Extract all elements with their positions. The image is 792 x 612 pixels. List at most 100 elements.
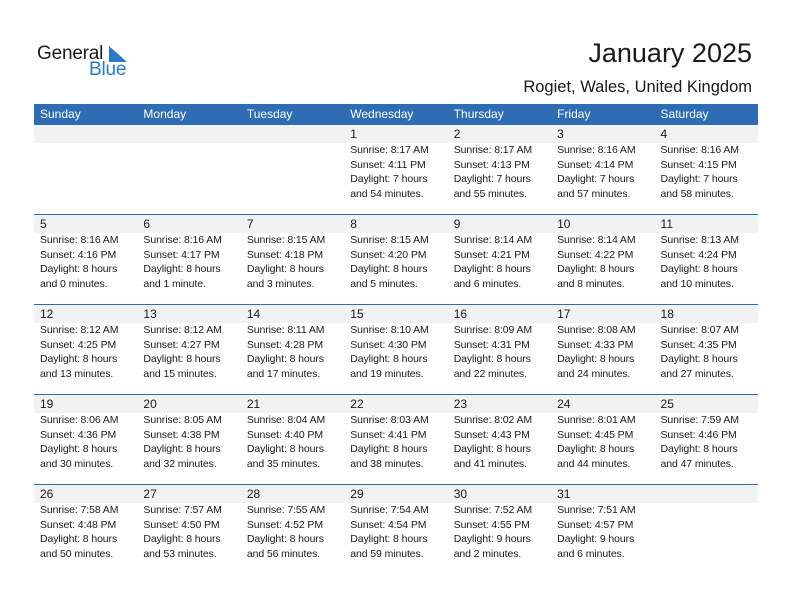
day-cell: 20 Sunrise: 8:05 AM Sunset: 4:38 PM Dayligh… xyxy=(137,395,240,484)
daylight-minutes-text: and 0 minutes. xyxy=(40,277,108,290)
sunrise-text: Sunrise: 8:07 AM xyxy=(660,324,739,336)
sunset-text: Sunset: 4:20 PM xyxy=(350,248,427,261)
week-row: 12 Sunrise: 8:12 AM Sunset: 4:25 PM Dayligh… xyxy=(34,304,758,394)
daylight-minutes-text: and 1 minute. xyxy=(143,277,206,290)
sunrise-text: Sunrise: 8:15 AM xyxy=(246,234,326,246)
daylight-minutes-text: and 38 minutes. xyxy=(350,457,424,470)
daylight-text: Daylight: 8 hours xyxy=(246,353,324,365)
sunset-text: Sunset: 4:36 PM xyxy=(40,428,117,441)
weekday-sunday: Sunday xyxy=(40,107,81,121)
sunrise-text: Sunrise: 8:10 AM xyxy=(350,324,429,336)
week-row: 26 Sunrise: 7:58 AM Sunset: 4:48 PM Dayligh… xyxy=(34,484,758,574)
sunrise-text: Sunrise: 7:52 AM xyxy=(453,504,533,516)
weekday-wednesday: Wednesday xyxy=(350,107,414,121)
day-number: 17 xyxy=(557,307,571,321)
empty-day-cell xyxy=(655,485,758,574)
sunrise-text: Sunrise: 8:16 AM xyxy=(557,144,636,156)
day-cell: 4 Sunrise: 8:16 AM Sunset: 4:15 PM Daylight… xyxy=(655,125,758,214)
day-cell: 18 Sunrise: 8:07 AM Sunset: 4:35 PM Dayligh… xyxy=(655,305,758,394)
day-number: 20 xyxy=(143,397,157,411)
weekday-saturday: Saturday xyxy=(660,107,709,121)
sunrise-text: Sunrise: 7:51 AM xyxy=(557,504,636,516)
day-cell: 7 Sunrise: 8:15 AM Sunset: 4:18 PM Daylight… xyxy=(241,215,344,304)
daylight-text: Daylight: 8 hours xyxy=(246,263,324,275)
daylight-minutes-text: and 35 minutes. xyxy=(246,457,321,470)
day-cell: 6 Sunrise: 8:16 AM Sunset: 4:17 PM Daylight… xyxy=(137,215,240,304)
sunset-text: Sunset: 4:24 PM xyxy=(660,248,737,261)
day-cell: 1 Sunrise: 8:17 AM Sunset: 4:11 PM Daylight… xyxy=(344,125,447,214)
daylight-minutes-text: and 17 minutes. xyxy=(246,367,321,380)
daylight-text: Daylight: 9 hours xyxy=(453,533,531,545)
day-number: 2 xyxy=(453,127,461,141)
sunrise-text: Sunrise: 8:15 AM xyxy=(350,234,429,246)
day-cell: 21 Sunrise: 8:04 AM Sunset: 4:40 PM Dayligh… xyxy=(241,395,344,484)
day-cell: 30 Sunrise: 7:52 AM Sunset: 4:55 PM Dayligh… xyxy=(448,485,551,574)
weekday-tuesday: Tuesday xyxy=(246,107,293,121)
sunset-text: Sunset: 4:30 PM xyxy=(350,338,427,351)
sunrise-text: Sunrise: 8:11 AM xyxy=(246,324,325,336)
week-cells: 1 Sunrise: 8:17 AM Sunset: 4:11 PM Daylight… xyxy=(34,125,758,214)
daylight-minutes-text: and 55 minutes. xyxy=(453,187,527,200)
daylight-minutes-text: and 8 minutes. xyxy=(557,277,625,290)
day-cell: 3 Sunrise: 8:16 AM Sunset: 4:14 PM Daylight… xyxy=(551,125,654,214)
day-number: 30 xyxy=(453,487,468,501)
day-cell: 24 Sunrise: 8:01 AM Sunset: 4:45 PM Dayligh… xyxy=(551,395,654,484)
sunrise-text: Sunrise: 8:12 AM xyxy=(143,324,222,336)
sunset-text: Sunset: 4:38 PM xyxy=(143,428,220,441)
sunrise-text: Sunrise: 8:13 AM xyxy=(660,234,739,246)
daylight-minutes-text: and 3 minutes. xyxy=(246,277,315,290)
sunset-text: Sunset: 4:14 PM xyxy=(557,158,634,171)
day-number: 6 xyxy=(143,217,151,231)
sunrise-text: Sunrise: 7:55 AM xyxy=(246,504,326,516)
day-cell: 13 Sunrise: 8:12 AM Sunset: 4:27 PM Dayligh… xyxy=(137,305,240,394)
day-number: 22 xyxy=(350,397,364,411)
daylight-minutes-text: and 53 minutes. xyxy=(143,547,217,560)
daylight-minutes-text: and 22 minutes. xyxy=(453,367,527,380)
day-number: 5 xyxy=(40,217,47,231)
week-cells: 12 Sunrise: 8:12 AM Sunset: 4:25 PM Dayligh… xyxy=(34,305,758,394)
sunset-text: Sunset: 4:33 PM xyxy=(557,338,634,351)
sunrise-text: Sunrise: 8:16 AM xyxy=(660,144,739,156)
sunset-text: Sunset: 4:57 PM xyxy=(557,518,634,531)
day-number: 7 xyxy=(246,217,254,231)
daylight-minutes-text: and 57 minutes. xyxy=(557,187,631,200)
sunset-text: Sunset: 4:50 PM xyxy=(143,518,220,531)
day-cell: 5 Sunrise: 8:16 AM Sunset: 4:16 PM Daylight… xyxy=(34,215,137,304)
sunset-text: Sunset: 4:25 PM xyxy=(40,338,117,351)
daylight-text: Daylight: 8 hours xyxy=(246,533,324,545)
sunset-text: Sunset: 4:11 PM xyxy=(350,158,426,171)
day-cell: 12 Sunrise: 8:12 AM Sunset: 4:25 PM Dayligh… xyxy=(34,305,137,394)
daylight-text: Daylight: 8 hours xyxy=(40,533,118,545)
day-number: 23 xyxy=(453,397,468,411)
day-cell: 28 Sunrise: 7:55 AM Sunset: 4:52 PM Dayligh… xyxy=(241,485,344,574)
weekday-thursday: Thursday xyxy=(453,107,504,121)
daylight-text: Daylight: 8 hours xyxy=(453,353,531,365)
sunset-text: Sunset: 4:27 PM xyxy=(143,338,220,351)
daylight-minutes-text: and 44 minutes. xyxy=(557,457,631,470)
sunset-text: Sunset: 4:54 PM xyxy=(350,518,427,531)
sunset-text: Sunset: 4:16 PM xyxy=(40,248,117,261)
day-cell: 26 Sunrise: 7:58 AM Sunset: 4:48 PM Dayligh… xyxy=(34,485,137,574)
day-cell: 17 Sunrise: 8:08 AM Sunset: 4:33 PM Dayligh… xyxy=(551,305,654,394)
day-number: 8 xyxy=(350,217,357,231)
sunrise-text: Sunrise: 8:08 AM xyxy=(557,324,636,336)
location-subtitle: Rogiet, Wales, United Kingdom xyxy=(523,78,752,96)
day-cell: 19 Sunrise: 8:06 AM Sunset: 4:36 PM Dayligh… xyxy=(34,395,137,484)
weekday-header-row: Sunday Monday Tuesday Wednesday Thursday… xyxy=(34,104,758,125)
day-number: 4 xyxy=(660,127,668,141)
daylight-minutes-text: and 19 minutes. xyxy=(350,367,424,380)
sunrise-text: Sunrise: 8:09 AM xyxy=(453,324,533,336)
daylight-text: Daylight: 8 hours xyxy=(660,443,738,455)
daylight-text: Daylight: 8 hours xyxy=(40,263,118,275)
daylight-text: Daylight: 8 hours xyxy=(660,353,738,365)
sunset-text: Sunset: 4:41 PM xyxy=(350,428,427,441)
day-cell: 11 Sunrise: 8:13 AM Sunset: 4:24 PM Dayligh… xyxy=(655,215,758,304)
sunset-text: Sunset: 4:55 PM xyxy=(453,518,530,531)
day-cell: 29 Sunrise: 7:54 AM Sunset: 4:54 PM Dayligh… xyxy=(344,485,447,574)
sunset-text: Sunset: 4:21 PM xyxy=(453,248,530,261)
brand-logo: General Blue xyxy=(37,43,137,83)
sunset-text: Sunset: 4:13 PM xyxy=(453,158,530,171)
daylight-text: Daylight: 8 hours xyxy=(143,353,221,365)
daylight-text: Daylight: 7 hours xyxy=(453,173,531,185)
day-cell: 14 Sunrise: 8:11 AM Sunset: 4:28 PM Dayligh… xyxy=(241,305,344,394)
